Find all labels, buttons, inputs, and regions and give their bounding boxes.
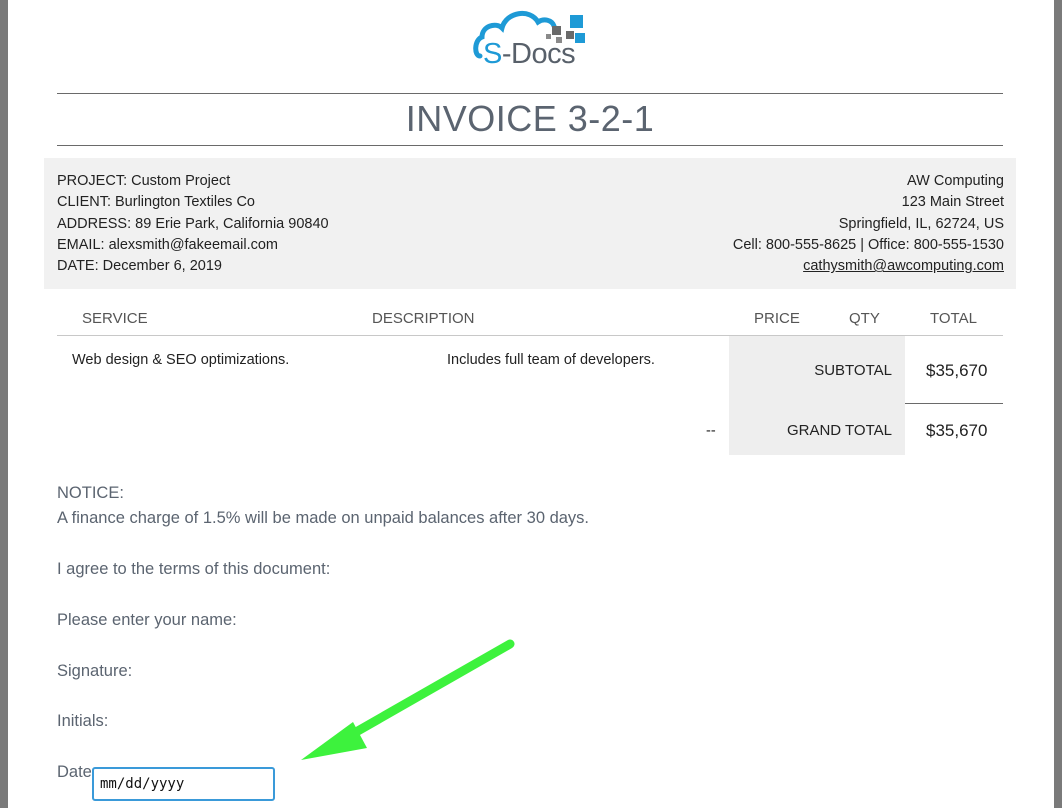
agree-label: I agree to the terms of this document: xyxy=(57,560,331,578)
notice-text: A finance charge of 1.5% will be made on… xyxy=(57,509,590,527)
price-cell: -- xyxy=(706,423,716,439)
header-service: SERVICE xyxy=(82,310,148,327)
date-label: Date xyxy=(57,763,92,781)
subtotal-value: $35,670 xyxy=(926,361,988,380)
client-line: CLIENT: Burlington Textiles Co xyxy=(57,194,255,211)
signature-label: Signature: xyxy=(57,662,133,680)
project-line: PROJECT: Custom Project xyxy=(57,173,231,189)
date-input[interactable] xyxy=(92,767,275,801)
header-total: TOTAL xyxy=(930,310,977,327)
service-cell: Web design & SEO optimizations. xyxy=(72,352,290,368)
project-details: PROJECT: Custom Project CLIENT: Burlingt… xyxy=(57,171,329,277)
name-prompt-label: Please enter your name: xyxy=(57,611,237,629)
address-line: ADDRESS: 89 Erie Park, California 90840 xyxy=(57,215,329,232)
company-name: AW Computing xyxy=(907,173,1004,189)
header-qty: QTY xyxy=(849,310,880,327)
title-rule-bottom xyxy=(57,145,1003,146)
company-details: AW Computing 123 Main Street Springfield… xyxy=(733,171,1004,277)
header-description: DESCRIPTION xyxy=(372,310,475,327)
window-frame-right xyxy=(1054,0,1062,808)
subtotal-label: SUBTOTAL xyxy=(814,362,892,379)
grand-total-value: $35,670 xyxy=(926,421,988,440)
grand-total-rule xyxy=(905,403,1003,404)
invoice-title: INVOICE 3-2-1 xyxy=(405,98,655,139)
company-street: 123 Main Street xyxy=(901,194,1004,211)
company-city: Springfield, IL, 62724, US xyxy=(838,215,1004,232)
description-cell: Includes full team of developers. xyxy=(447,352,655,368)
logo-wordmark-prefix: S xyxy=(483,38,502,70)
logo-wordmark-suffix: -Docs xyxy=(501,38,576,70)
header-price: PRICE xyxy=(754,310,800,327)
title-rule-top xyxy=(57,93,1003,94)
date-line: DATE: December 6, 2019 xyxy=(57,258,222,275)
grand-total-label: GRAND TOTAL xyxy=(786,422,892,439)
email-line: EMAIL: alexsmith@fakeemail.com xyxy=(57,236,279,253)
company-email-link[interactable]: cathysmith@awcomputing.com xyxy=(733,256,1004,277)
initials-label: Initials: xyxy=(57,712,109,730)
notice-heading: NOTICE: xyxy=(57,484,124,502)
company-phones: Cell: 800-555-8625 | Office: 800-555-153… xyxy=(732,236,1004,253)
window-frame-left xyxy=(0,0,8,808)
logo-wordmark: S-Docs xyxy=(483,38,576,71)
green-arrow-icon xyxy=(301,639,515,760)
